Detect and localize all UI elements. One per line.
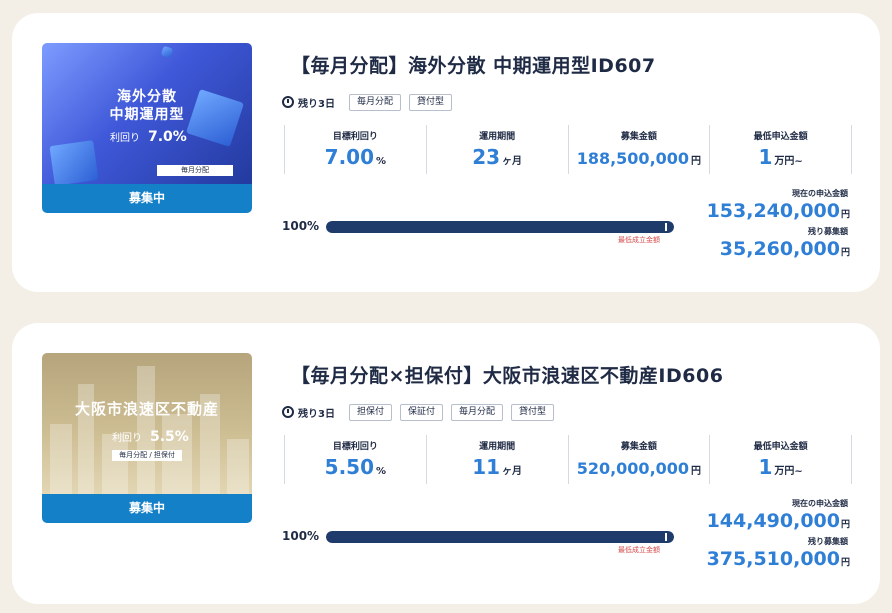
tag-badge: 担保付 xyxy=(348,403,392,421)
cube-decoration xyxy=(49,140,99,184)
stat-value: 23 ヶ月 xyxy=(472,145,523,169)
project-meta: 残り3日 毎月分配 貸付型 xyxy=(282,93,460,111)
stat-value: 7.00% xyxy=(324,145,387,169)
stat-label: 最低申込金額 xyxy=(753,132,808,142)
stat-target-yield: 目標利回り 7.00% xyxy=(284,125,426,174)
remaining-days: 残り3日 xyxy=(298,98,335,110)
stat-min-investment: 最低申込金額 1 万円~ xyxy=(709,435,852,484)
stat-value: 1 万円~ xyxy=(758,145,803,169)
stat-period: 運用期間 11 ヶ月 xyxy=(425,435,568,484)
progress-fill xyxy=(326,531,674,543)
stat-label: 目標利回り xyxy=(332,132,378,142)
thumbnail-title: 大阪市浪速区不動産 xyxy=(74,400,219,418)
progress-bar xyxy=(326,221,674,233)
project-thumbnail[interactable]: 海外分散 中期運用型 利回り 7.0% 毎月分配 募集中 xyxy=(42,43,252,213)
stats-row: 目標利回り 7.00% 運用期間 23 ヶ月 募集金額 188,500,000 円 … xyxy=(284,125,852,174)
stat-value: 11 ヶ月 xyxy=(472,455,523,479)
min-threshold-marker xyxy=(665,223,667,231)
stat-value: 1 万円~ xyxy=(758,455,803,479)
thumbnail-rate-label: 利回り xyxy=(110,133,140,144)
current-amount-value: 144,490,000円 xyxy=(706,510,850,532)
remaining-amount-label: 残り募集額 xyxy=(808,227,848,236)
building-decoration xyxy=(50,424,72,494)
project-card[interactable]: 大阪市浪速区不動産 利回り 5.5% 毎月分配 / 担保付 募集中 【毎月分配×担… xyxy=(12,323,880,604)
stat-label: 目標利回り xyxy=(332,442,378,452)
stats-row: 目標利回り 5.50% 運用期間 11 ヶ月 募集金額 520,000,000 円 … xyxy=(284,435,852,484)
tag-badge: 貸付型 xyxy=(408,93,452,111)
thumbnail-art: 大阪市浪速区不動産 利回り 5.5% 毎月分配 / 担保付 xyxy=(42,353,252,494)
thumbnail-art: 海外分散 中期運用型 利回り 7.0% 毎月分配 xyxy=(42,43,252,184)
stat-offering-amount: 募集金額 188,500,000 円 xyxy=(567,125,710,174)
clock-icon xyxy=(282,96,294,108)
current-amount-label: 現在の申込金額 xyxy=(792,499,848,508)
thumbnail-tag: 毎月分配 xyxy=(157,165,233,176)
stat-value: 520,000,000 円 xyxy=(576,459,702,478)
remaining-amount-value: 375,510,000円 xyxy=(706,548,850,570)
stat-value: 5.50% xyxy=(324,455,387,479)
progress-bar xyxy=(326,531,674,543)
project-title[interactable]: 【毎月分配×担保付】大阪市浪速区不動産ID606 xyxy=(291,361,723,388)
progress-percent: 100% xyxy=(282,529,320,543)
stat-label: 運用期間 xyxy=(479,442,516,452)
project-card[interactable]: 海外分散 中期運用型 利回り 7.0% 毎月分配 募集中 【毎月分配】海外分散 中… xyxy=(12,13,880,292)
tag-badge: 毎月分配 xyxy=(348,93,401,111)
stat-label: 募集金額 xyxy=(620,442,657,452)
project-title[interactable]: 【毎月分配】海外分散 中期運用型ID607 xyxy=(291,51,656,78)
min-threshold-label: 最低成立金額 xyxy=(618,236,660,244)
remaining-days: 残り3日 xyxy=(298,408,335,420)
remaining-amount-label: 残り募集額 xyxy=(808,537,848,546)
status-badge: 募集中 xyxy=(42,184,252,213)
progress-percent: 100% xyxy=(282,219,320,233)
building-decoration xyxy=(227,439,249,494)
stat-period: 運用期間 23 ヶ月 xyxy=(425,125,568,174)
thumbnail-rate-value: 5.5% xyxy=(150,429,189,445)
thumbnail-rate: 利回り 7.0% xyxy=(110,129,187,145)
thumbnail-subtitle: 中期運用型 xyxy=(109,107,185,123)
status-badge: 募集中 xyxy=(42,494,252,523)
current-amount-value: 153,240,000円 xyxy=(706,200,850,222)
tag-badge: 保証付 xyxy=(399,403,443,421)
cube-decoration xyxy=(160,45,174,59)
project-meta: 残り3日 担保付 保証付 毎月分配 貸付型 xyxy=(282,403,562,421)
thumbnail-rate-label: 利回り xyxy=(112,433,142,444)
current-amount-label: 現在の申込金額 xyxy=(792,189,848,198)
thumbnail-rate-value: 7.0% xyxy=(148,129,187,145)
stat-offering-amount: 募集金額 520,000,000 円 xyxy=(567,435,710,484)
project-thumbnail[interactable]: 大阪市浪速区不動産 利回り 5.5% 毎月分配 / 担保付 募集中 xyxy=(42,353,252,523)
stat-label: 募集金額 xyxy=(620,132,657,142)
progress-fill xyxy=(326,221,674,233)
clock-icon xyxy=(282,406,294,418)
min-threshold-label: 最低成立金額 xyxy=(618,546,660,554)
min-threshold-marker xyxy=(665,533,667,541)
tag-badge: 貸付型 xyxy=(511,403,555,421)
stat-label: 運用期間 xyxy=(479,132,516,142)
thumbnail-title: 海外分散 xyxy=(117,89,177,105)
stat-target-yield: 目標利回り 5.50% xyxy=(284,435,426,484)
tag-badge: 毎月分配 xyxy=(451,403,504,421)
remaining-amount-value: 35,260,000円 xyxy=(719,238,850,260)
thumbnail-rate: 利回り 5.5% xyxy=(112,429,189,445)
stat-value: 188,500,000 円 xyxy=(576,149,702,168)
thumbnail-tag: 毎月分配 / 担保付 xyxy=(112,450,182,461)
stat-label: 最低申込金額 xyxy=(753,442,808,452)
stat-min-investment: 最低申込金額 1 万円~ xyxy=(709,125,852,174)
